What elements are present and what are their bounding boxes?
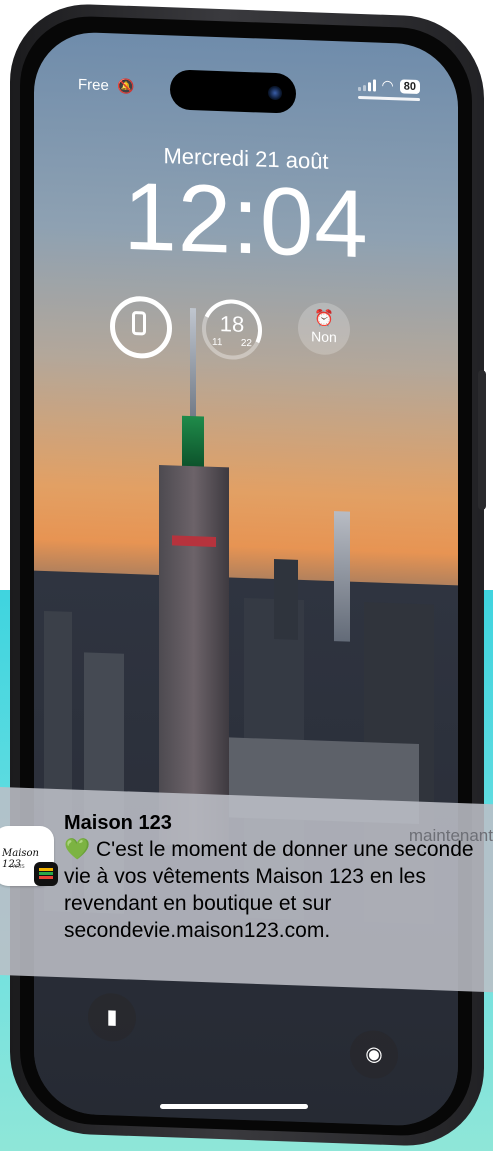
iphone-icon	[132, 311, 146, 336]
empire-state-top	[182, 415, 204, 473]
alarm-label: Non	[311, 328, 337, 346]
signal-bars-icon	[357, 78, 376, 92]
dynamic-island	[170, 69, 296, 114]
weather-widget[interactable]: 18 11 22	[193, 291, 271, 368]
alarm-clock-icon: ⏰	[314, 310, 334, 329]
empire-state-building	[159, 464, 229, 848]
notification-app-name: Maison 123	[64, 812, 172, 834]
one-world-trade-center	[334, 511, 350, 642]
battery-indicator: 80	[399, 78, 420, 94]
front-camera	[268, 85, 282, 101]
wallet-icon	[34, 862, 58, 886]
temperature-value: 18	[219, 311, 245, 337]
lock-time: 12:04	[123, 162, 369, 279]
flashlight-button[interactable]: ▮	[88, 992, 136, 1043]
building	[274, 558, 298, 640]
bell-slash-icon: 🔕	[117, 77, 135, 95]
notification-message-block: 💚 C'est le moment de donner une seconde …	[64, 836, 493, 944]
app-logo-subtext: PARIS	[10, 864, 25, 870]
side-button[interactable]	[478, 369, 486, 511]
camera-icon: ◉	[365, 1043, 383, 1066]
lock-widgets: 18 11 22 ⏰ Non	[110, 291, 400, 375]
alarm-widget[interactable]: ⏰ Non	[298, 301, 350, 356]
home-indicator[interactable]	[160, 1104, 308, 1109]
control-center-indicator[interactable]	[358, 95, 420, 102]
camera-button[interactable]: ◉	[350, 1029, 398, 1080]
flashlight-icon: ▮	[106, 1006, 118, 1029]
temperature-high: 22	[240, 337, 252, 350]
status-bar-right: ◠ 80	[357, 76, 420, 95]
empire-state-red-light	[172, 535, 216, 547]
carrier-label: Free	[78, 76, 109, 95]
temperature-low: 11	[212, 336, 223, 349]
battery-widget[interactable]	[110, 295, 172, 360]
wifi-icon: ◠	[381, 76, 394, 94]
notification-message: C'est le moment de donner une seconde vi…	[64, 838, 474, 942]
status-bar-left: Free 🔕	[78, 76, 134, 95]
green-heart-emoji: 💚	[64, 838, 91, 861]
